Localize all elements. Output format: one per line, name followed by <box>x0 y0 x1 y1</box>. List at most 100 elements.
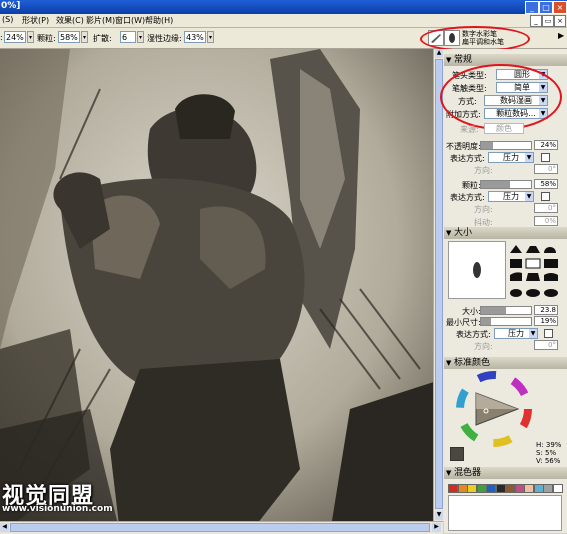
opacity-field[interactable]: 24% <box>4 31 26 43</box>
stroke-type-dropdown[interactable]: 简单 ▼ <box>496 82 548 93</box>
scroll-left-arrow-icon[interactable]: ◀ <box>0 523 9 532</box>
canvas[interactable] <box>0 49 443 533</box>
grain-direction-value[interactable]: 0° <box>534 203 558 213</box>
color-swatch[interactable] <box>543 484 553 493</box>
menu-item-shapes[interactable]: 形状(P) <box>22 15 49 26</box>
color-title: 标准颜色 <box>454 358 491 368</box>
brush-controls-panel: ▼ 常规 笔头类型: 圆形 ▼ 笔触类型: 简单 ▼ 方式: 数码湿画 ▼ 附加方式:… <box>440 49 567 533</box>
color-swatch[interactable] <box>476 484 487 493</box>
brush-variant-icon[interactable] <box>444 30 460 46</box>
menu-item-movie[interactable]: 影片(M) <box>86 15 115 26</box>
scroll-down-arrow-icon[interactable]: ▼ <box>435 511 443 520</box>
title-bar: 0%] _ □ × <box>0 0 567 14</box>
dab-type-dropdown[interactable]: 圆形 ▼ <box>496 69 548 80</box>
doc-close-button[interactable]: × <box>554 15 566 27</box>
close-button[interactable]: × <box>553 1 567 14</box>
scroll-up-arrow-icon[interactable]: ▲ <box>435 49 443 58</box>
size-section-header[interactable]: ▼ 大小 <box>444 227 567 239</box>
color-swatch[interactable] <box>552 484 563 493</box>
wet-edge-label: 湿性边缘: <box>147 34 182 43</box>
menu-item-help[interactable]: 帮助(H) <box>145 15 173 26</box>
opacity-invert-checkbox[interactable] <box>541 153 550 162</box>
color-swatch[interactable] <box>524 484 534 493</box>
color-swatch[interactable] <box>505 484 515 493</box>
opacity-direction-value[interactable]: 0° <box>534 164 558 174</box>
dab-shapes-icon[interactable] <box>508 241 566 301</box>
size-invert-checkbox[interactable] <box>544 329 553 338</box>
size-slider[interactable] <box>480 306 532 315</box>
opacity-expression-dropdown[interactable]: 压力 ▼ <box>488 152 534 163</box>
saturation-value: 5% <box>545 449 557 457</box>
opacity-slider[interactable] <box>480 141 532 150</box>
brush-category-icon[interactable] <box>428 30 444 46</box>
size-expression-value: 压力 <box>508 329 524 338</box>
menu-item-window[interactable]: 窗口(W) <box>115 15 145 26</box>
spread-field[interactable]: 6 <box>120 31 136 43</box>
color-section-header[interactable]: ▼ 标准颜色 <box>444 357 567 369</box>
opacity-expression-value: 压力 <box>503 153 519 162</box>
size-expression-dropdown[interactable]: 压力 ▼ <box>494 328 538 339</box>
menu-item-select[interactable]: (S) <box>2 15 13 24</box>
color-swatch[interactable] <box>495 484 506 493</box>
scroll-right-arrow-icon[interactable]: ▶ <box>432 523 441 532</box>
opacity-value[interactable]: 24% <box>534 140 558 150</box>
artwork-image <box>0 49 443 533</box>
min-size-label: 最小尺寸: <box>446 318 481 327</box>
color-swatch[interactable] <box>533 484 544 493</box>
mixer-pad[interactable] <box>448 495 562 531</box>
horizontal-scroll-thumb[interactable] <box>10 523 430 532</box>
color-swatch[interactable] <box>448 484 458 493</box>
opacity-spinner[interactable]: ▾ <box>27 31 34 43</box>
wet-edge-spinner[interactable]: ▾ <box>207 31 214 43</box>
method-label: 方式: <box>458 97 477 106</box>
menu-item-effects[interactable]: 效果(C) <box>56 15 84 26</box>
subcategory-dropdown[interactable]: 颗粒数码... ▼ <box>484 108 548 119</box>
grain-field[interactable]: 58% <box>58 31 80 43</box>
primary-color-swatch[interactable] <box>450 447 464 461</box>
wet-edge-field[interactable]: 43% <box>184 31 206 43</box>
general-section-header[interactable]: ▼ 常规 <box>444 54 567 66</box>
grain-spinner[interactable]: ▾ <box>81 31 88 43</box>
opacity-direction-label: 方向: <box>474 166 493 175</box>
jitter-value[interactable]: 0% <box>534 216 558 226</box>
min-size-slider[interactable] <box>480 317 532 326</box>
minimize-button[interactable]: _ <box>525 1 539 14</box>
method-dropdown[interactable]: 数码湿画 ▼ <box>484 95 548 106</box>
maximize-button[interactable]: □ <box>539 1 553 14</box>
collapse-triangle-icon[interactable]: ▼ <box>446 227 451 239</box>
grain-direction-label: 方向: <box>474 205 493 214</box>
size-title: 大小 <box>454 228 473 238</box>
grain-invert-checkbox[interactable] <box>541 192 550 201</box>
collapse-triangle-icon[interactable]: ▼ <box>446 54 451 66</box>
brush-selector[interactable]: 数字水彩笔 扁平调和水笔 <box>428 30 548 46</box>
color-wheel-icon[interactable] <box>456 371 532 447</box>
source-dropdown[interactable]: 颜色 <box>484 123 524 134</box>
mixer-section-header[interactable]: ▼ 混色器 <box>444 467 567 479</box>
min-size-value[interactable]: 19% <box>534 316 558 326</box>
color-wheel[interactable] <box>456 371 532 447</box>
doc-minimize-button[interactable]: _ <box>530 15 542 27</box>
grain-value[interactable]: 58% <box>534 179 558 189</box>
grain-slider[interactable] <box>480 180 532 189</box>
mixer-swatches[interactable] <box>448 482 564 494</box>
vertical-scrollbar[interactable]: ▲ ▼ <box>433 49 444 521</box>
dab-shape-grid[interactable] <box>508 241 566 301</box>
horizontal-scrollbar[interactable]: ◀ ▶ <box>0 521 443 534</box>
spread-spinner[interactable]: ▾ <box>137 31 144 43</box>
size-direction-label: 方向: <box>474 342 493 351</box>
grain-expression-dropdown[interactable]: 压力 ▼ <box>488 191 534 202</box>
color-swatch[interactable] <box>467 484 477 493</box>
color-swatch[interactable] <box>514 484 525 493</box>
doc-restore-button[interactable]: ▭ <box>542 15 554 27</box>
size-direction-value[interactable]: 0° <box>534 340 558 350</box>
color-swatch[interactable] <box>486 484 496 493</box>
color-swatch[interactable] <box>457 484 468 493</box>
collapse-triangle-icon[interactable]: ▼ <box>446 467 451 479</box>
size-value[interactable]: 23.8 <box>534 305 558 315</box>
collapse-triangle-icon[interactable]: ▼ <box>446 357 451 369</box>
expand-arrow-icon[interactable]: ▶ <box>558 31 564 40</box>
subcategory-label: 附加方式: <box>446 110 481 119</box>
vertical-scroll-thumb[interactable] <box>435 59 443 509</box>
dropdown-arrow-icon: ▼ <box>539 83 547 92</box>
dropdown-arrow-icon: ▼ <box>539 109 547 118</box>
